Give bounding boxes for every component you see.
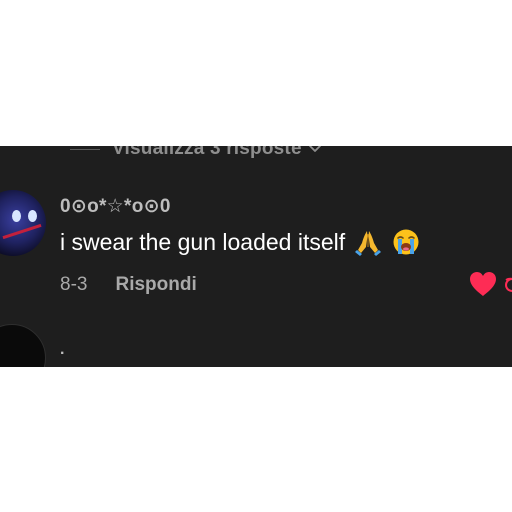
view-replies-label[interactable]: Visualizza 3 risposte [112,146,302,160]
folded-hands-emoji [355,231,382,256]
next-comment-text: . [60,341,65,358]
next-commenter-avatar[interactable] [0,324,46,367]
comment-username[interactable]: 0⊙o*☆*o⊙0 [60,195,171,218]
avatar-eye-right [28,210,37,222]
comment-date: 8-3 [60,274,88,295]
comments-panel: Visualizza 3 risposte 0⊙o*☆*o⊙0 i swear … [0,146,512,367]
like-count-partial-icon [505,277,512,292]
comment-body: i swear the gun loaded itself [60,228,421,256]
heart-icon[interactable] [468,270,498,298]
comment-meta-row: 8-3 Rispondi [60,274,197,296]
loudly-crying-face-emoji [393,229,419,255]
comment-text: i swear the gun loaded itself [60,228,346,255]
commenter-avatar[interactable] [0,190,46,256]
avatar-stripe [2,223,42,240]
screenshot-canvas: Visualizza 3 risposte 0⊙o*☆*o⊙0 i swear … [0,0,512,512]
avatar-eye-left [12,210,21,222]
view-replies-row[interactable]: Visualizza 3 risposte [70,146,322,161]
reply-button[interactable]: Rispondi [115,274,196,296]
replies-divider-line [70,148,100,150]
chevron-down-icon[interactable] [308,146,322,156]
